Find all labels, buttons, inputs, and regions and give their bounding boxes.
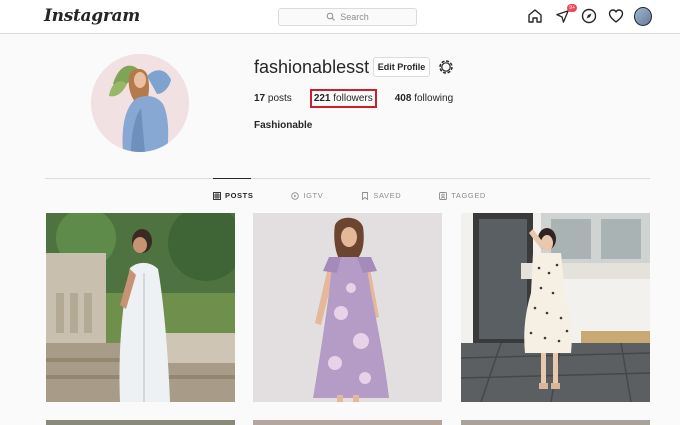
- post-thumbnail[interactable]: [461, 420, 650, 425]
- tag-icon: [439, 191, 448, 200]
- profile-picture[interactable]: [91, 54, 189, 152]
- edit-profile-button[interactable]: Edit Profile: [373, 57, 430, 77]
- post-image-garden-dress: [46, 213, 235, 402]
- bookmark-icon: [362, 191, 369, 200]
- profile-tabs: POSTS IGTV SAVED TAGGED: [213, 191, 524, 200]
- posts-count: 17 posts: [254, 93, 292, 104]
- following-link[interactable]: 408 following: [395, 93, 453, 104]
- post-thumbnail[interactable]: [461, 213, 650, 402]
- home-button[interactable]: [526, 7, 544, 25]
- instagram-logo[interactable]: Instagram: [44, 6, 140, 26]
- explore-button[interactable]: [580, 7, 598, 25]
- gear-icon: [439, 60, 453, 74]
- tab-saved-label: SAVED: [373, 191, 402, 200]
- search-input[interactable]: Search: [278, 8, 417, 26]
- post-thumbnail[interactable]: [253, 420, 442, 425]
- profile-photo: [91, 54, 189, 152]
- igtv-icon: [291, 191, 300, 200]
- activity-button[interactable]: [607, 7, 625, 25]
- search-placeholder: Search: [340, 12, 369, 22]
- following-label: following: [414, 93, 454, 104]
- tab-saved[interactable]: SAVED: [361, 191, 401, 200]
- post-image-floral-dress: [253, 213, 442, 402]
- heart-icon: [608, 9, 624, 23]
- followers-label: followers: [333, 93, 373, 104]
- tab-tagged[interactable]: TAGGED: [439, 191, 486, 200]
- tab-posts[interactable]: POSTS: [213, 191, 253, 200]
- post-thumbnail[interactable]: [253, 213, 442, 402]
- following-number: 408: [394, 93, 412, 104]
- tab-igtv-label: IGTV: [303, 191, 324, 200]
- tab-tagged-label: TAGGED: [451, 191, 486, 200]
- post-image-polka-dress: [461, 213, 650, 402]
- posts-label: posts: [267, 93, 292, 104]
- settings-button[interactable]: [437, 58, 455, 76]
- post-thumbnail[interactable]: [46, 213, 235, 402]
- posts-number: 17: [254, 93, 266, 104]
- followers-number: 221: [313, 93, 331, 104]
- active-tab-indicator: [213, 178, 251, 179]
- tabs-divider: [45, 178, 650, 179]
- top-nav: Instagram Search 9+: [0, 0, 680, 34]
- post-thumbnail[interactable]: [46, 420, 235, 425]
- tab-igtv[interactable]: IGTV: [291, 191, 323, 200]
- avatar: [634, 6, 652, 26]
- home-icon: [528, 9, 542, 23]
- compass-icon: [581, 8, 597, 24]
- tab-posts-label: POSTS: [225, 191, 254, 200]
- profile-full-name: Fashionable: [254, 120, 313, 131]
- profile-username: fashionablesst: [254, 57, 370, 77]
- search-icon: [326, 12, 336, 21]
- profile-stats: 17 posts 221 followers 408 following: [254, 89, 475, 108]
- profile-button[interactable]: [634, 6, 652, 26]
- notification-badge: 9+: [567, 4, 577, 12]
- direct-button[interactable]: 9+: [553, 4, 577, 25]
- followers-link[interactable]: 221 followers: [309, 89, 377, 108]
- grid-icon: [213, 191, 221, 200]
